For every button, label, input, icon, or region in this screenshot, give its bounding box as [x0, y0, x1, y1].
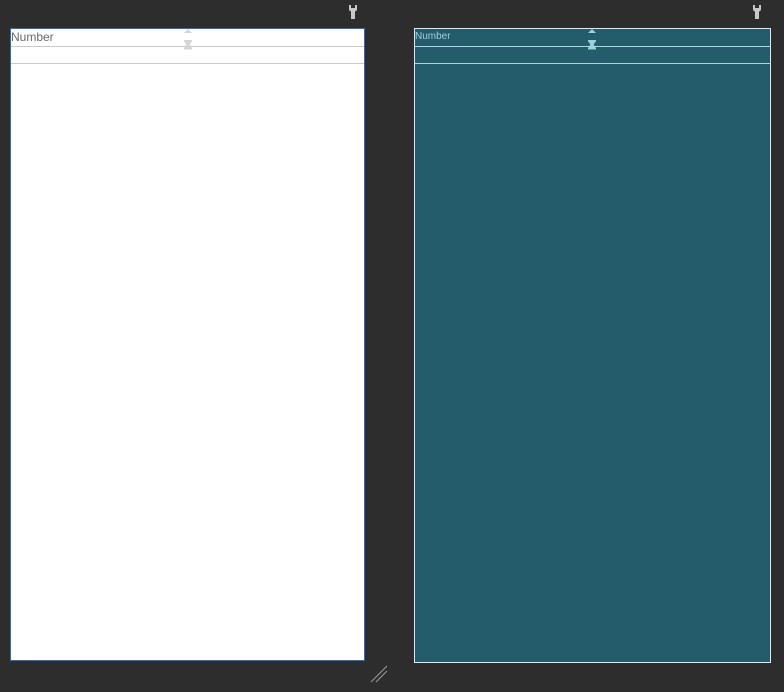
design-surface[interactable]: Number [10, 28, 365, 661]
layout-editor-canvas: Number Number [0, 0, 784, 692]
number-label-blueprint[interactable]: Number [415, 31, 451, 43]
blueprint-surface[interactable]: Number [414, 28, 771, 663]
vertical-constraint-icon[interactable] [183, 29, 193, 51]
resize-handle-icon[interactable] [370, 665, 388, 683]
blueprint-wrench-icon[interactable] [751, 4, 763, 20]
vertical-constraint-icon[interactable] [587, 29, 597, 51]
number-label[interactable]: Number [11, 30, 54, 44]
design-wrench-icon[interactable] [347, 4, 359, 20]
